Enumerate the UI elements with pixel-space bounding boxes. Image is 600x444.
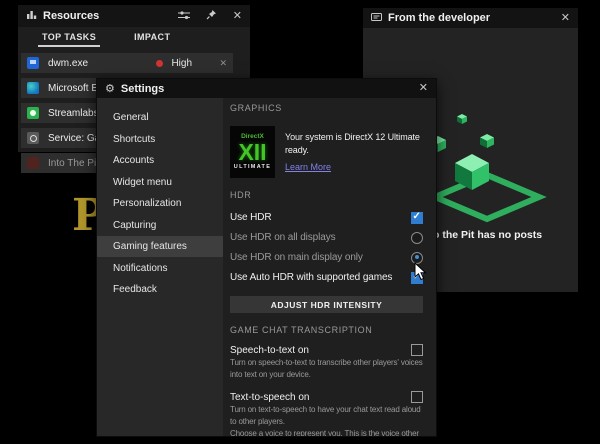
developer-close-icon[interactable]: ✕ <box>561 13 570 24</box>
settings-sidebar: General Shortcuts Accounts Widget menu P… <box>97 98 223 436</box>
sidebar-item-capturing[interactable]: Capturing <box>97 215 223 236</box>
settings-close-icon[interactable]: ✕ <box>419 83 428 94</box>
check-icon: ✓ <box>413 211 421 222</box>
hdr-main-display-row: Use HDR on main display only <box>230 248 423 267</box>
directx-ready-text-2: ready. <box>285 144 420 157</box>
into-the-pit-app-icon <box>27 157 39 169</box>
graphics-section-label: GRAPHICS <box>230 103 423 113</box>
edge-app-icon <box>27 82 39 94</box>
sidebar-item-feedback[interactable]: Feedback <box>97 279 223 300</box>
directx-ready-text: Your system is DirectX 12 Ultimate <box>285 131 420 144</box>
settings-content: GRAPHICS DirectX XII ULTIMATE Your syste… <box>223 98 436 436</box>
hdr-all-displays-label: Use HDR on all displays <box>230 232 336 243</box>
sidebar-item-notifications[interactable]: Notifications <box>97 258 223 279</box>
directx-badge-xii: XII <box>230 141 275 164</box>
streamlabs-app-icon <box>27 107 39 119</box>
speech-to-text-row: Speech-to-text on <box>230 343 423 357</box>
speech-to-text-description-2: into text on your device. <box>230 369 423 381</box>
transcription-section-label: GAME CHAT TRANSCRIPTION <box>230 325 423 335</box>
hdr-all-displays-row: Use HDR on all displays <box>230 228 423 247</box>
sidebar-item-personalization[interactable]: Personalization <box>97 193 223 214</box>
resources-options-icon[interactable] <box>178 10 190 23</box>
use-hdr-row: Use HDR ✓ <box>230 208 423 227</box>
hdr-all-displays-radio[interactable] <box>411 232 423 244</box>
developer-icon <box>371 9 382 27</box>
tab-impact[interactable]: IMPACT <box>130 30 174 47</box>
settings-panel: ⚙ Settings ✕ General Shortcuts Accounts … <box>96 78 437 437</box>
service-app-icon <box>27 132 39 144</box>
gear-icon: ⚙ <box>105 83 115 94</box>
impact-label: High <box>171 58 219 69</box>
hdr-main-display-label: Use HDR on main display only <box>230 252 363 263</box>
pin-icon[interactable] <box>206 9 217 23</box>
sidebar-item-accounts[interactable]: Accounts <box>97 150 223 171</box>
resources-tabs: TOP TASKS IMPACT <box>18 27 250 51</box>
developer-titlebar: From the developer ✕ <box>363 8 578 28</box>
close-process-icon[interactable]: ✕ <box>219 58 227 69</box>
text-to-speech-description: Turn on text-to-speech to have your chat… <box>230 404 423 416</box>
text-to-speech-description-2: to other players. <box>230 416 423 428</box>
table-row[interactable]: dwm.exe High ✕ <box>21 53 233 73</box>
resources-title: Resources <box>43 10 99 22</box>
sidebar-item-widget-menu[interactable]: Widget menu <box>97 172 223 193</box>
text-to-speech-description-3: Choose a voice to represent you. This is… <box>230 428 423 436</box>
sidebar-item-gaming-features[interactable]: Gaming features <box>97 236 223 257</box>
dwm-app-icon <box>27 57 39 69</box>
text-to-speech-checkbox[interactable] <box>411 391 423 403</box>
hdr-section-label: HDR <box>230 190 423 200</box>
adjust-hdr-intensity-button[interactable]: ADJUST HDR INTENSITY <box>230 296 423 313</box>
settings-title: Settings <box>121 83 164 95</box>
mouse-cursor <box>414 262 428 281</box>
tab-top-tasks[interactable]: TOP TASKS <box>38 30 100 47</box>
use-hdr-label: Use HDR <box>230 212 272 223</box>
speech-to-text-checkbox[interactable] <box>411 344 423 356</box>
developer-title: From the developer <box>388 12 490 24</box>
directx-badge: DirectX XII ULTIMATE <box>230 126 275 178</box>
learn-more-link[interactable]: Learn More <box>285 162 331 172</box>
text-to-speech-label: Text-to-speech on <box>230 392 310 403</box>
auto-hdr-row: Use Auto HDR with supported games ✓ <box>230 268 423 287</box>
resources-icon <box>26 7 37 25</box>
text-to-speech-row: Text-to-speech on <box>230 390 423 404</box>
use-hdr-checkbox[interactable]: ✓ <box>411 212 423 224</box>
resources-close-icon[interactable]: ✕ <box>233 11 242 22</box>
resources-titlebar: Resources ✕ <box>18 5 250 27</box>
directx-badge-ultimate: ULTIMATE <box>230 165 275 171</box>
speech-to-text-label: Speech-to-text on <box>230 345 309 356</box>
settings-titlebar: ⚙ Settings ✕ <box>97 79 436 98</box>
sidebar-item-general[interactable]: General <box>97 107 223 128</box>
impact-dot-high <box>156 60 163 67</box>
speech-to-text-description: Turn on speech-to-text to transcribe oth… <box>230 357 423 369</box>
sidebar-item-shortcuts[interactable]: Shortcuts <box>97 129 223 150</box>
no-posts-message: o the Pit has no posts <box>433 229 593 241</box>
process-name: dwm.exe <box>48 58 156 69</box>
auto-hdr-label: Use Auto HDR with supported games <box>230 272 392 283</box>
